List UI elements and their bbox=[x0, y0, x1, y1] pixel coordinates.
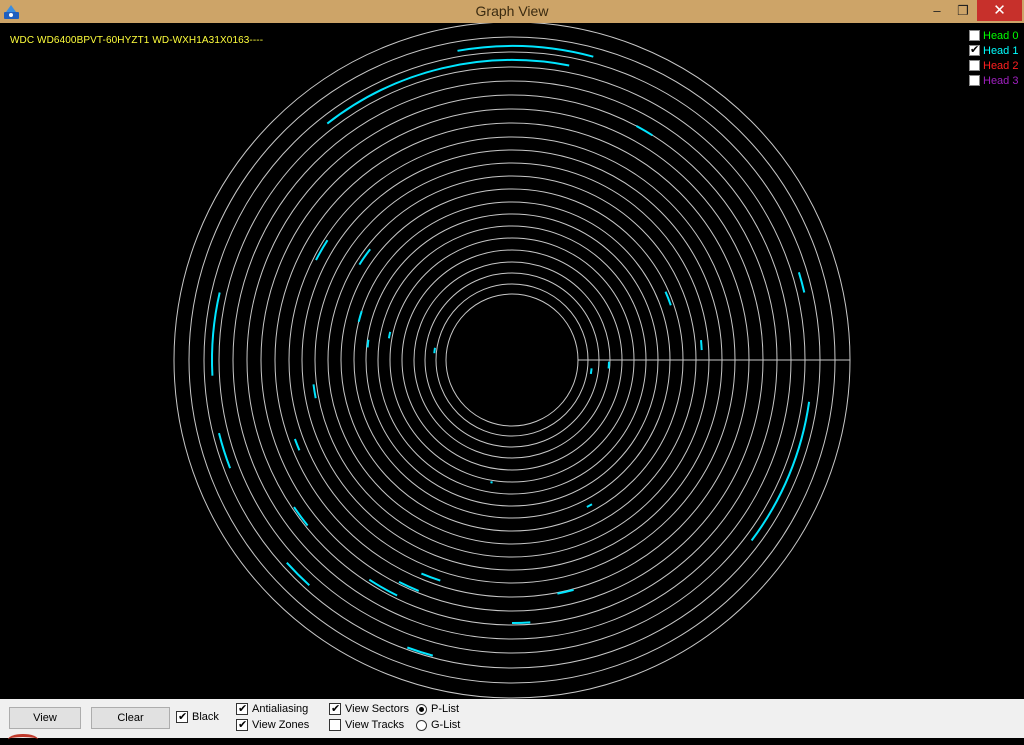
defect-arc bbox=[369, 580, 397, 596]
view-tracks-checkbox[interactable] bbox=[329, 719, 341, 731]
head-1-label: Head 1 bbox=[983, 45, 1018, 57]
plist-label: P-List bbox=[431, 703, 459, 715]
defect-arc bbox=[359, 249, 370, 264]
defect-arc bbox=[591, 368, 592, 374]
head-1-checkbox[interactable] bbox=[969, 45, 980, 56]
antialiasing-checkbox[interactable] bbox=[236, 703, 248, 715]
defect-arc bbox=[752, 402, 810, 541]
view-sectors-option[interactable]: View Sectors bbox=[329, 703, 409, 715]
clear-button[interactable]: Clear bbox=[91, 707, 170, 729]
defect-arc bbox=[389, 332, 390, 338]
head-0-toggle[interactable]: Head 0 bbox=[969, 28, 1018, 43]
window-title: Graph View bbox=[0, 3, 1024, 19]
track-ring bbox=[446, 294, 578, 426]
track-ring bbox=[425, 273, 599, 447]
head-0-checkbox[interactable] bbox=[969, 30, 980, 41]
antialiasing-label: Antialiasing bbox=[252, 703, 308, 715]
glist-label: G-List bbox=[431, 719, 460, 731]
defect-arc bbox=[368, 340, 369, 348]
plist-radio[interactable] bbox=[416, 704, 427, 715]
view-tracks-option[interactable]: View Tracks bbox=[329, 719, 404, 731]
defect-arc bbox=[587, 504, 592, 507]
glist-option[interactable]: G-List bbox=[416, 719, 460, 731]
defect-arc bbox=[294, 507, 308, 525]
defect-arc bbox=[799, 272, 804, 292]
defect-arc bbox=[512, 622, 530, 623]
track-ring bbox=[436, 284, 588, 436]
black-checkbox[interactable] bbox=[176, 711, 188, 723]
drive-id-label: WDC WD6400BPVT-60HYZT1 WD-WXH1A31X0163--… bbox=[10, 35, 263, 46]
head-3-checkbox[interactable] bbox=[969, 75, 980, 86]
minimize-button[interactable]: – bbox=[924, 0, 950, 21]
app-logo-icon bbox=[8, 734, 38, 745]
view-sectors-label: View Sectors bbox=[345, 703, 409, 715]
antialiasing-option[interactable]: Antialiasing bbox=[236, 703, 308, 715]
view-zones-checkbox[interactable] bbox=[236, 719, 248, 731]
view-button[interactable]: View bbox=[9, 707, 81, 729]
view-tracks-label: View Tracks bbox=[345, 719, 404, 731]
defect-arc bbox=[434, 348, 435, 353]
head-1-toggle[interactable]: Head 1 bbox=[969, 43, 1018, 58]
defect-arc bbox=[314, 384, 316, 398]
view-sectors-checkbox[interactable] bbox=[329, 703, 341, 715]
head-selector: Head 0 Head 1 Head 2 Head 3 bbox=[969, 28, 1018, 88]
glist-radio[interactable] bbox=[416, 720, 427, 731]
view-zones-label: View Zones bbox=[252, 719, 309, 731]
defect-arc bbox=[399, 582, 419, 591]
defect-arc bbox=[701, 340, 702, 350]
graph-canvas[interactable]: WDC WD6400BPVT-60HYZT1 WD-WXH1A31X0163--… bbox=[0, 23, 1024, 699]
control-bar: View Clear Black Antialiasing View Zones… bbox=[0, 699, 1024, 738]
head-2-label: Head 2 bbox=[983, 60, 1018, 72]
black-option[interactable]: Black bbox=[176, 711, 219, 723]
defect-arc bbox=[327, 60, 569, 124]
head-3-label: Head 3 bbox=[983, 75, 1018, 87]
defect-arc bbox=[458, 46, 594, 57]
restore-button[interactable]: ❐ bbox=[950, 0, 976, 21]
head-2-toggle[interactable]: Head 2 bbox=[969, 58, 1018, 73]
view-zones-option[interactable]: View Zones bbox=[236, 719, 309, 731]
head-2-checkbox[interactable] bbox=[969, 60, 980, 71]
defect-arc bbox=[636, 126, 652, 135]
disk-map bbox=[0, 23, 1024, 699]
plist-option[interactable]: P-List bbox=[416, 703, 459, 715]
defect-arc bbox=[359, 311, 362, 322]
defect-arc bbox=[219, 433, 230, 468]
defect-arc bbox=[421, 574, 440, 581]
close-button[interactable]: ✕ bbox=[977, 0, 1022, 21]
title-bar: Graph View – ❐ ✕ bbox=[0, 0, 1024, 23]
head-3-toggle[interactable]: Head 3 bbox=[969, 73, 1018, 88]
black-label: Black bbox=[192, 711, 219, 723]
head-0-label: Head 0 bbox=[983, 30, 1018, 42]
defect-arc bbox=[295, 439, 300, 450]
